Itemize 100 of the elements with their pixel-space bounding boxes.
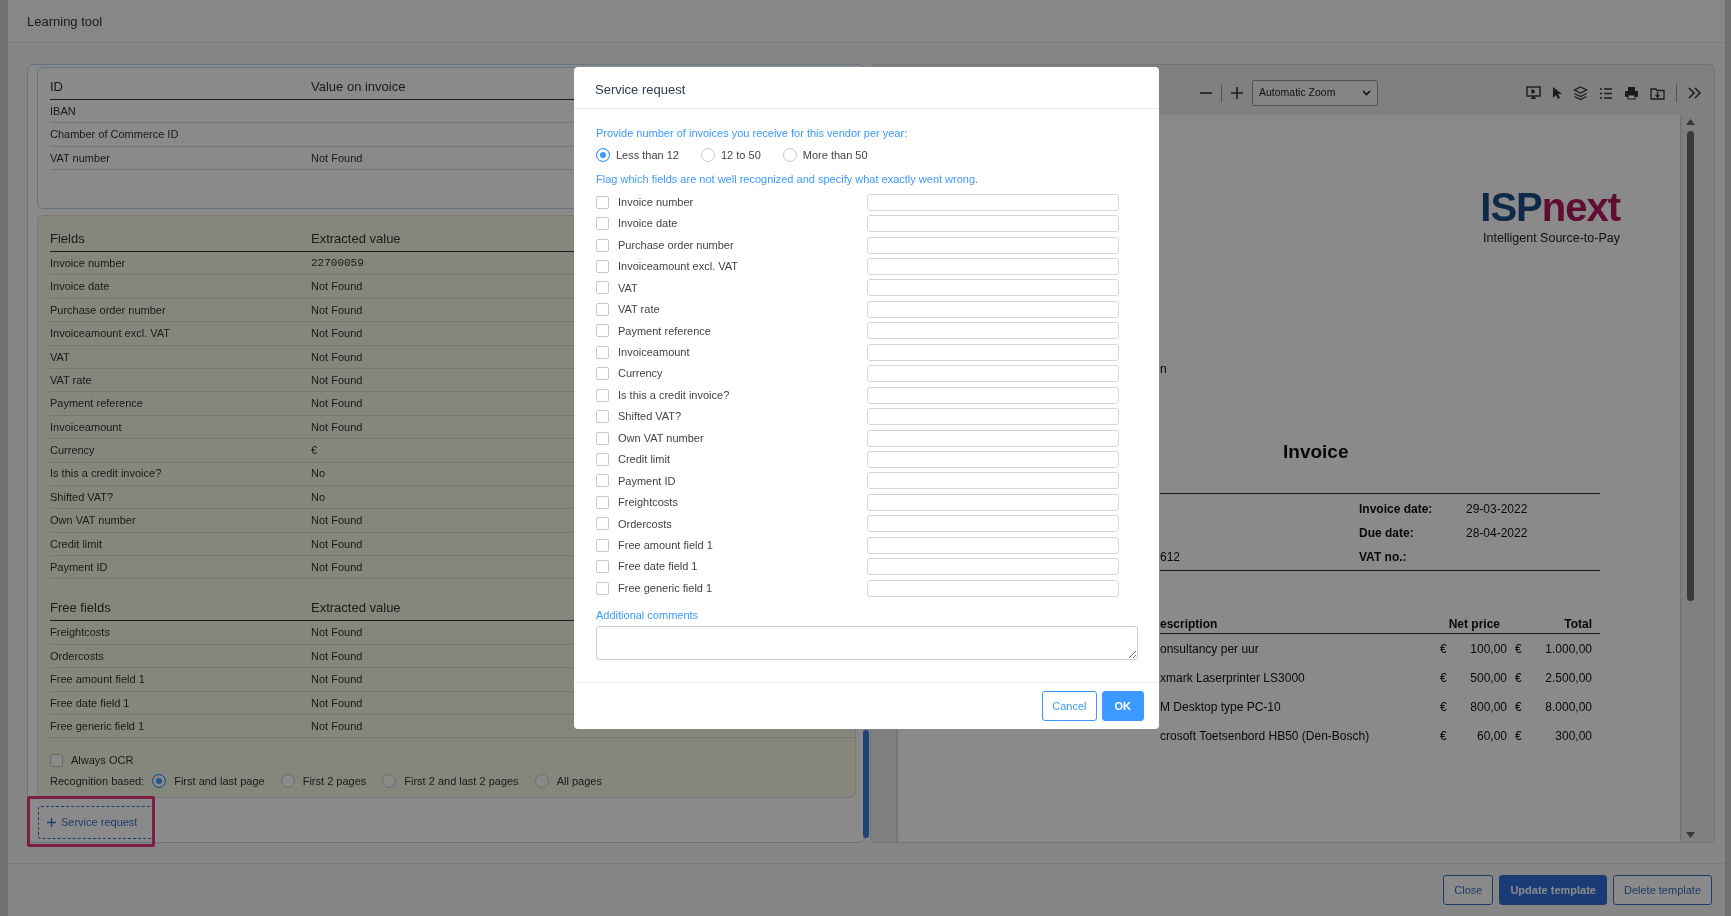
radio-button[interactable] — [280, 774, 295, 789]
table-cell-text: Payment reference — [50, 396, 143, 412]
checkbox-label: Shifted VAT? — [618, 409, 682, 425]
checkbox[interactable] — [596, 517, 609, 531]
input-field[interactable] — [867, 493, 1119, 511]
scrollbar[interactable] — [1686, 131, 1694, 601]
table-cell-text: Not Found — [311, 302, 363, 318]
column-header: Total — [1563, 616, 1593, 634]
checkbox-label: Free date field 1 — [618, 559, 698, 575]
radio-button[interactable] — [534, 774, 549, 789]
input-field[interactable] — [867, 536, 1119, 554]
input-field[interactable] — [867, 215, 1119, 233]
checkbox[interactable] — [596, 560, 609, 574]
input-field[interactable] — [867, 343, 1119, 361]
checkbox[interactable] — [596, 474, 609, 488]
table-cell-text: Not Found — [311, 372, 363, 388]
cancel-button[interactable]: Cancel — [1042, 690, 1097, 722]
checkbox[interactable] — [596, 345, 609, 359]
checkbox[interactable] — [50, 754, 63, 768]
table-cell-text: Not Found — [311, 718, 363, 734]
input-field[interactable] — [867, 258, 1119, 276]
presentation-icon[interactable] — [1526, 86, 1541, 100]
table-cell-text: 22700059 — [311, 255, 364, 271]
meta-value: 29-03-2022 — [1466, 501, 1529, 519]
checkbox[interactable] — [596, 367, 609, 381]
field-label: Additional comments — [596, 607, 700, 623]
save-icon[interactable] — [1650, 86, 1665, 100]
checkbox[interactable] — [596, 281, 609, 295]
input-field[interactable] — [867, 236, 1119, 254]
layers-icon[interactable] — [1573, 85, 1588, 101]
table-cell-text: 2.500,00 — [1544, 669, 1593, 687]
input-field[interactable] — [867, 579, 1119, 597]
table-cell-text: Own VAT number — [50, 513, 136, 529]
checkbox-label: VAT — [618, 280, 638, 296]
meta-label: VAT no.: — [1359, 549, 1408, 567]
radio-button[interactable] — [596, 147, 610, 162]
table-cell-text: € — [1440, 640, 1448, 658]
checkbox[interactable] — [596, 452, 609, 466]
radio-button[interactable] — [382, 774, 397, 789]
input-field[interactable] — [867, 408, 1119, 426]
table-cell-text: No — [311, 489, 326, 505]
zoom-select[interactable]: Automatic Zoom — [1252, 80, 1378, 106]
checkbox[interactable] — [596, 260, 609, 274]
checkbox[interactable] — [596, 324, 609, 338]
input-field[interactable] — [867, 450, 1119, 468]
radio-button[interactable] — [782, 147, 797, 162]
checkbox[interactable] — [596, 217, 609, 231]
zoom-in-icon[interactable] — [1230, 86, 1244, 100]
input-field[interactable] — [867, 472, 1119, 490]
table-cell-text: Credit limit — [50, 536, 102, 552]
input-field[interactable] — [867, 515, 1119, 533]
cursor-icon[interactable] — [1552, 86, 1562, 100]
checkbox[interactable] — [596, 538, 609, 552]
input-field[interactable] — [867, 193, 1119, 211]
radio-button[interactable] — [701, 147, 715, 162]
footer-button[interactable]: Update template — [1499, 874, 1607, 906]
table-cell-text: VAT rate — [50, 372, 92, 388]
meta-value: 28-04-2022 — [1466, 525, 1529, 543]
checkbox[interactable] — [596, 195, 609, 209]
checkbox[interactable] — [596, 581, 609, 595]
input-field[interactable] — [867, 558, 1119, 576]
input-field[interactable] — [867, 386, 1119, 404]
input-field[interactable] — [867, 322, 1119, 340]
footer-button[interactable]: Delete template — [1612, 874, 1712, 906]
comments-field[interactable] — [596, 626, 1138, 661]
checkbox-label: Always OCR — [71, 753, 134, 769]
checkbox[interactable] — [596, 238, 609, 252]
input-field[interactable] — [867, 365, 1119, 383]
list-icon[interactable] — [1599, 86, 1613, 100]
radio-button[interactable] — [152, 774, 167, 789]
table-cell-text: 60,00 — [1475, 727, 1507, 745]
table-cell-text: Not Found — [311, 150, 363, 166]
service-request-button[interactable]: Service request — [38, 806, 154, 839]
table-cell-text: Free amount field 1 — [50, 672, 145, 688]
checkbox[interactable] — [596, 431, 609, 445]
input-field[interactable] — [867, 429, 1119, 447]
scrollbar[interactable] — [863, 730, 869, 838]
input-field[interactable] — [867, 279, 1119, 297]
scroll-up-icon[interactable] — [1685, 119, 1695, 125]
table-cell-text: Not Found — [311, 513, 363, 529]
print-icon[interactable] — [1624, 86, 1639, 100]
meta-label: Due date: — [1359, 525, 1415, 543]
checkbox-label: Own VAT number — [618, 430, 704, 446]
checkbox-label: VAT rate — [618, 302, 660, 318]
column-header: Fields — [50, 229, 85, 248]
column-header: Net price — [1447, 616, 1500, 634]
checkbox[interactable] — [596, 388, 609, 402]
scroll-down-icon[interactable] — [1685, 832, 1695, 838]
column-header: Extracted value — [311, 229, 401, 248]
table-cell-text: 800,00 — [1469, 698, 1507, 716]
checkbox[interactable] — [596, 495, 609, 509]
checkbox[interactable] — [596, 302, 609, 316]
footer-button[interactable]: Close — [1443, 874, 1494, 906]
table-cell-text: Not Found — [311, 625, 363, 641]
double-chevron-icon[interactable] — [1688, 87, 1702, 99]
checkbox-label: Currency — [618, 366, 663, 382]
checkbox[interactable] — [596, 410, 609, 424]
input-field[interactable] — [867, 300, 1119, 318]
ok-button[interactable]: OK — [1101, 690, 1144, 722]
table-cell-text: VAT number — [50, 150, 110, 166]
